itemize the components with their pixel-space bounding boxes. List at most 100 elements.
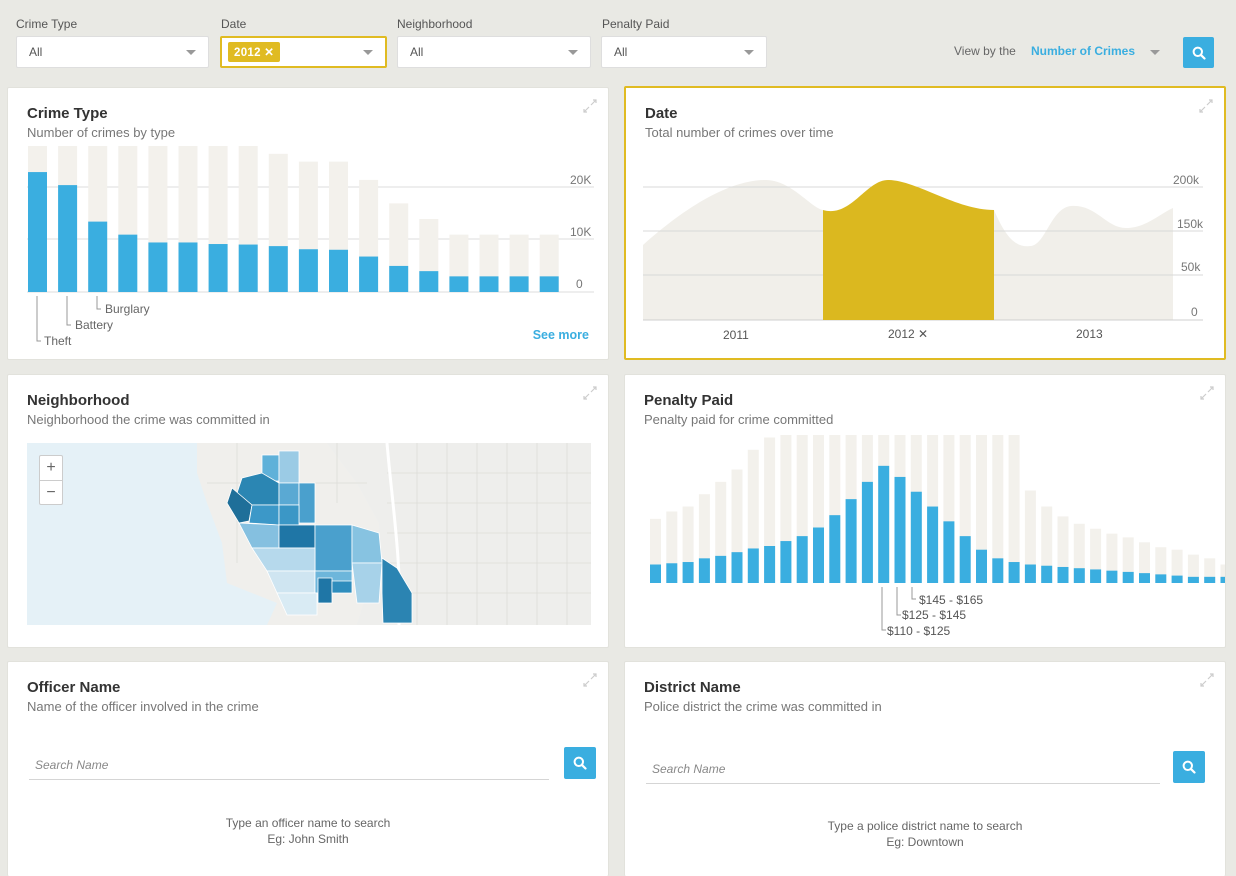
crime-type-bar[interactable]: [359, 256, 379, 292]
penalty-bar[interactable]: [927, 506, 939, 583]
penalty-bar[interactable]: [1073, 568, 1085, 583]
annotation-125-145: $125 - $145: [902, 608, 966, 622]
date-filter-chip[interactable]: 2012 ✕: [228, 42, 281, 62]
penalty-bar[interactable]: [1090, 569, 1102, 583]
penalty-bar[interactable]: [1057, 566, 1069, 583]
area-2011[interactable]: [643, 180, 823, 320]
penalty-bar[interactable]: [1187, 576, 1199, 583]
crime-type-bar[interactable]: [479, 276, 499, 292]
penalty-bar[interactable]: [1139, 573, 1150, 583]
y-tick-label: 10K: [570, 225, 591, 239]
crime-type-bar[interactable]: [509, 276, 529, 292]
crime-type-bar[interactable]: [389, 265, 409, 292]
y-tick-label: 50k: [1181, 260, 1201, 274]
penalty-panel: Penalty Paid Penalty paid for crime comm…: [624, 374, 1226, 648]
officer-panel: Officer Name Name of the officer involve…: [7, 661, 609, 876]
panel-title: District Name: [644, 679, 741, 696]
x-tick-2013[interactable]: 2013: [1076, 327, 1103, 341]
chevron-down-icon[interactable]: [1150, 50, 1160, 55]
crime-type-bar[interactable]: [178, 242, 198, 292]
officer-search-example: Eg: John Smith: [267, 832, 349, 846]
penalty-select[interactable]: All: [601, 36, 767, 68]
penalty-bar[interactable]: [992, 558, 1004, 583]
crime-type-bar[interactable]: [28, 172, 47, 292]
crime-type-bar[interactable]: [539, 276, 559, 292]
penalty-bar[interactable]: [1041, 565, 1053, 583]
penalty-bar[interactable]: [1220, 576, 1226, 583]
search-button[interactable]: [1183, 37, 1214, 68]
penalty-bar[interactable]: [796, 536, 808, 583]
penalty-bar[interactable]: [845, 499, 857, 583]
x-tick-2012[interactable]: 2012 ✕: [888, 327, 928, 341]
penalty-bar[interactable]: [1024, 564, 1036, 584]
neighborhood-map[interactable]: + −: [27, 443, 591, 625]
annotation-110-125: $110 - $125: [887, 624, 950, 638]
officer-search-button[interactable]: [564, 747, 596, 779]
annotation-burglary: Burglary: [105, 302, 150, 316]
search-icon: [1192, 46, 1206, 60]
penalty-bar[interactable]: [1171, 575, 1183, 583]
penalty-bar[interactable]: [682, 562, 694, 583]
crime-type-bar[interactable]: [208, 244, 228, 292]
crime-type-select[interactable]: All: [16, 36, 209, 68]
zoom-in-button[interactable]: +: [40, 456, 62, 480]
penalty-bar[interactable]: [715, 555, 727, 583]
penalty-bg-bar[interactable]: [1008, 435, 1020, 583]
area-2012-selected[interactable]: [823, 180, 994, 320]
expand-icon[interactable]: [582, 385, 598, 401]
expand-icon[interactable]: [582, 672, 598, 688]
view-by-dropdown[interactable]: Number of Crimes: [1031, 44, 1135, 58]
penalty-bar[interactable]: [650, 564, 661, 584]
crime-type-bar[interactable]: [268, 246, 288, 292]
date-select[interactable]: 2012 ✕: [220, 36, 387, 68]
penalty-bar[interactable]: [959, 536, 971, 583]
see-more-link[interactable]: See more: [533, 328, 589, 342]
penalty-bar[interactable]: [1008, 562, 1020, 583]
penalty-bar[interactable]: [747, 548, 759, 583]
district-search-input[interactable]: Search Name: [646, 754, 1160, 784]
penalty-bar[interactable]: [878, 465, 890, 583]
crime-type-bar[interactable]: [58, 185, 78, 292]
penalty-bar[interactable]: [861, 481, 873, 583]
search-icon: [1182, 760, 1196, 774]
crime-type-bar[interactable]: [449, 276, 469, 292]
penalty-bar[interactable]: [666, 563, 678, 583]
district-panel: District Name Police district the crime …: [624, 661, 1226, 876]
penalty-bar[interactable]: [894, 476, 906, 583]
panel-title: Officer Name: [27, 679, 121, 696]
penalty-bar[interactable]: [780, 541, 792, 583]
annotation-theft: Theft: [44, 334, 72, 348]
expand-icon[interactable]: [1199, 672, 1215, 688]
crime-type-bar[interactable]: [238, 244, 258, 292]
penalty-bar[interactable]: [731, 552, 743, 583]
crime-type-bar[interactable]: [148, 242, 168, 292]
area-2013[interactable]: [994, 205, 1173, 320]
chevron-down-icon: [363, 49, 373, 55]
crime-type-bar[interactable]: [329, 249, 348, 292]
penalty-bar[interactable]: [1204, 576, 1216, 583]
neighborhood-select[interactable]: All: [397, 36, 591, 68]
panel-subtitle: Name of the officer involved in the crim…: [27, 699, 259, 714]
penalty-bar[interactable]: [1106, 570, 1118, 583]
penalty-bar[interactable]: [1122, 571, 1134, 583]
penalty-bar[interactable]: [813, 527, 824, 584]
penalty-bar[interactable]: [698, 558, 710, 583]
crime-type-bar[interactable]: [88, 221, 108, 292]
crime-type-bar[interactable]: [298, 249, 318, 292]
penalty-bar[interactable]: [829, 515, 841, 583]
penalty-bar[interactable]: [910, 491, 922, 583]
zoom-out-button[interactable]: −: [40, 480, 62, 504]
district-search-button[interactable]: [1173, 751, 1205, 783]
penalty-bar[interactable]: [943, 521, 955, 583]
crime-type-bar[interactable]: [118, 234, 138, 292]
crime-type-bar[interactable]: [419, 271, 439, 292]
penalty-bar[interactable]: [1155, 574, 1167, 583]
x-tick-2011[interactable]: 2011: [723, 328, 749, 342]
officer-search-input[interactable]: Search Name: [29, 750, 549, 780]
annotation-battery: Battery: [75, 318, 113, 332]
crime-type-panel: Crime Type Number of crimes by type 20K …: [7, 87, 609, 360]
penalty-bar[interactable]: [976, 549, 987, 583]
date-filter-label: Date: [221, 17, 247, 31]
penalty-bar[interactable]: [764, 546, 776, 583]
neighborhood-filter-label: Neighborhood: [397, 17, 473, 31]
